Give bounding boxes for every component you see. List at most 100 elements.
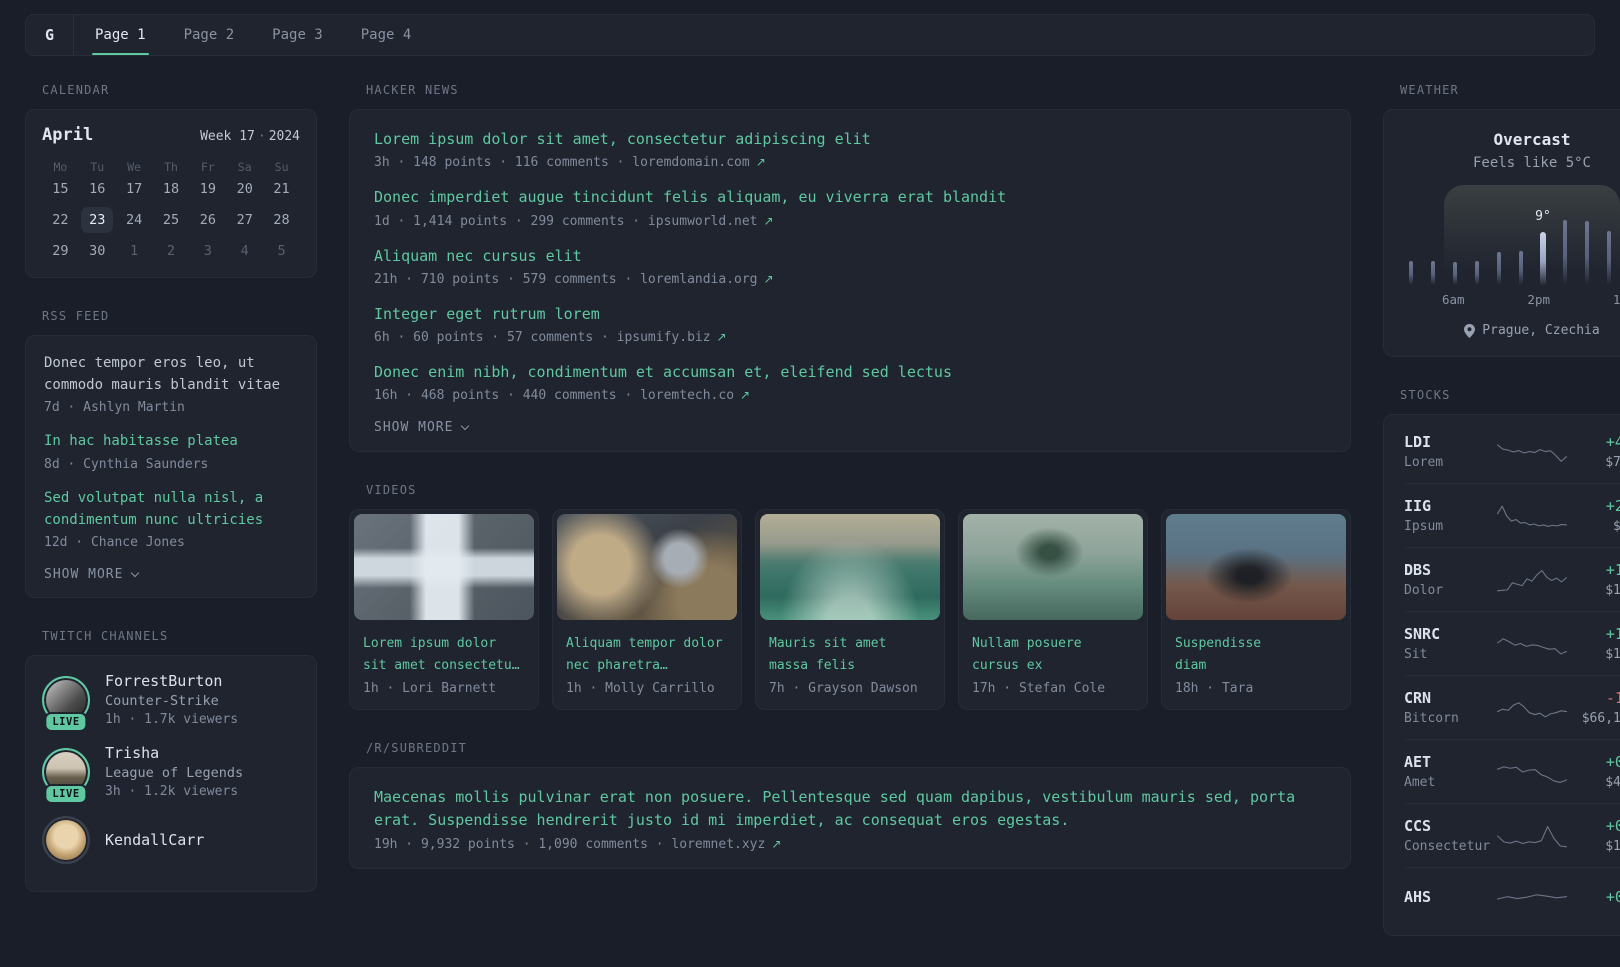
nav-page-tab[interactable]: Page 4: [348, 15, 425, 55]
rss-item[interactable]: In hac habitasse platea 8d · Cynthia Sau…: [44, 431, 298, 472]
rss-widget: RSS FEED Donec tempor eros leo, ut commo…: [25, 309, 317, 599]
video-title[interactable]: Nullam posuere cursus ex: [959, 624, 1147, 676]
middle-column: HACKER NEWS Lorem ipsum dolor sit amet, …: [349, 83, 1351, 900]
channel-avatar: [42, 816, 90, 865]
stocks-widget: STOCKS LDI Lorem +4.35% $795.18 IIG Ipsu…: [1383, 388, 1620, 936]
calendar-day: 3: [203, 243, 212, 259]
calendar-day: 20: [236, 181, 253, 197]
weather-hour-bar: [1488, 193, 1510, 285]
video-card[interactable]: Suspendisse diam 18h · Tara: [1161, 509, 1351, 711]
channel-name[interactable]: ForrestBurton: [105, 672, 238, 690]
rss-show-more-button[interactable]: SHOW MORE: [44, 567, 298, 582]
video-card[interactable]: Nullam posuere cursus ex 17h · Stefan Co…: [958, 509, 1148, 711]
rss-item[interactable]: Donec tempor eros leo, ut commodo mauris…: [44, 353, 298, 415]
hackernews-item-title[interactable]: Maecenas mollis pulvinar erat non posuer…: [374, 786, 1326, 833]
stock-row[interactable]: AHS +0.46%: [1404, 867, 1620, 930]
stock-values: +2.84% $42.04: [1568, 497, 1620, 534]
subreddit-header: /R/SUBREDDIT: [366, 741, 468, 756]
hackernews-show-more-button[interactable]: SHOW MORE: [374, 420, 1326, 435]
weather-hour-bar: [1576, 193, 1598, 285]
video-thumbnail[interactable]: [354, 514, 534, 621]
nav-page-tab[interactable]: Page 2: [171, 15, 248, 55]
channel-viewers: 1h · 1.7k viewers: [105, 712, 239, 728]
calendar-day: 2: [166, 243, 176, 259]
app-logo[interactable]: G: [26, 15, 74, 55]
external-link-icon: ↗: [763, 213, 774, 228]
hackernews-item-title[interactable]: Integer eget rutrum lorem: [374, 303, 1326, 326]
rss-item-title[interactable]: Donec tempor eros leo, ut commodo mauris…: [44, 353, 298, 396]
calendar-day: 26: [199, 212, 216, 228]
stock-name: Dolor: [1404, 583, 1444, 598]
weather-hour-bar: [1444, 193, 1466, 285]
rss-item[interactable]: Sed volutpat nulla nisl, a condimentum n…: [44, 488, 298, 550]
stock-row[interactable]: AET Amet +0.92% $499.72: [1404, 739, 1620, 803]
weather-condition: Overcast: [1493, 130, 1571, 149]
calendar-week-year: Week 17 · 2024: [200, 129, 300, 144]
stock-sparkline-chart: [1497, 825, 1567, 847]
video-title[interactable]: Aliquam tempor dolor nec pharetra…: [553, 624, 741, 676]
external-link-icon: ↗: [771, 836, 782, 851]
video-thumbnail[interactable]: [1166, 514, 1346, 621]
hackernews-item-title[interactable]: Donec imperdiet augue tincidunt felis al…: [374, 186, 1326, 209]
hackernews-item-title[interactable]: Donec enim nibh, condimentum et accumsan…: [374, 361, 1326, 384]
top-nav: G Page 1 Page 2 Page 3 Page 4: [25, 14, 1595, 56]
twitch-header: TWITCH CHANNELS: [42, 629, 169, 644]
weather-hourly-chart: 9°: [1400, 185, 1620, 285]
calendar-day: 15: [52, 181, 69, 197]
dashboard-page: G Page 1 Page 2 Page 3 Page 4 CALENDAR Apri…: [0, 14, 1620, 936]
twitch-channel-row[interactable]: KendallCarr: [42, 816, 300, 865]
calendar-day-selected: 23: [81, 207, 114, 233]
twitch-channel-row[interactable]: LIVE Trisha League of Legends 3h · 1.2k …: [42, 744, 300, 804]
channel-name[interactable]: Trisha: [105, 744, 243, 762]
video-thumbnail[interactable]: [557, 514, 737, 621]
video-card[interactable]: Aliquam tempor dolor nec pharetra… 1h · …: [552, 509, 742, 711]
subreddit-post[interactable]: Maecenas mollis pulvinar erat non posuer…: [374, 786, 1326, 852]
stock-sparkline-chart: [1497, 505, 1567, 527]
video-card[interactable]: Mauris sit amet massa felis 7h · Grayson…: [755, 509, 945, 711]
calendar-weekday-label: We: [127, 160, 142, 174]
calendar-day: 24: [125, 212, 143, 228]
video-title[interactable]: Mauris sit amet massa felis: [756, 624, 944, 676]
channel-name[interactable]: KendallCarr: [105, 831, 204, 849]
stock-price: $66,171.48: [1581, 711, 1620, 726]
stock-row[interactable]: CCS Consectetur +0.51% $165.84: [1404, 803, 1620, 867]
hackernews-item-title[interactable]: Aliquam nec cursus elit: [374, 245, 1326, 268]
hackernews-item[interactable]: Aliquam nec cursus elit 21h · 710 points…: [374, 245, 1326, 287]
channel-info: ForrestBurton Counter-Strike 1h · 1.7k v…: [105, 672, 238, 727]
twitch-channel-row[interactable]: LIVE ForrestBurton Counter-Strike 1h · 1…: [42, 672, 300, 732]
rss-item-meta: 8d · Cynthia Saunders: [44, 457, 209, 473]
stock-row[interactable]: CRN Bitcorn -1.00% $66,171.48: [1404, 675, 1620, 739]
rss-item-title[interactable]: Sed volutpat nulla nisl, a condimentum n…: [44, 488, 298, 531]
hackernews-item-meta-text: 3h · 148 points · 116 comments · loremdo…: [374, 155, 750, 171]
stock-values: +1.42% $156.28: [1568, 561, 1620, 598]
calendar-day: 25: [162, 212, 180, 228]
hackernews-item[interactable]: Donec imperdiet augue tincidunt felis al…: [374, 186, 1326, 228]
hackernews-item-meta: 6h · 60 points · 57 comments · ipsumify.…: [374, 330, 1326, 345]
weather-location-label: Prague, Czechia: [1482, 323, 1600, 338]
video-card[interactable]: Lorem ipsum dolor sit amet consectetu… 1…: [349, 509, 539, 711]
rss-item-title[interactable]: In hac habitasse platea: [44, 431, 298, 453]
hackernews-item-meta-text: 19h · 9,932 points · 1,090 comments · lo…: [374, 836, 766, 852]
stock-row[interactable]: LDI Lorem +4.35% $795.18: [1404, 420, 1620, 483]
stock-values: +0.46%: [1568, 888, 1620, 910]
hackernews-item[interactable]: Donec enim nibh, condimentum et accumsan…: [374, 361, 1326, 403]
stock-name: Consectetur: [1404, 839, 1491, 854]
hackernews-item[interactable]: Lorem ipsum dolor sit amet, consectetur …: [374, 128, 1326, 170]
video-title[interactable]: Suspendisse diam: [1162, 624, 1350, 676]
chevron-down-icon: [461, 421, 470, 430]
hackernews-item-meta-text: 21h · 710 points · 579 comments · loreml…: [374, 271, 758, 287]
video-thumbnail[interactable]: [760, 514, 940, 621]
nav-page-tab[interactable]: Page 1: [82, 15, 159, 55]
stock-row[interactable]: SNRC Sit +1.36% $148.64: [1404, 611, 1620, 675]
stock-row[interactable]: IIG Ipsum +2.84% $42.04: [1404, 483, 1620, 547]
calendar-card: April Week 17 · 2024 Mo Tu We Th Fr Sa Su 15 16 17…: [25, 109, 317, 278]
nav-page-tab[interactable]: Page 3: [259, 15, 336, 55]
stock-symbol: AET: [1404, 753, 1432, 771]
hackernews-item[interactable]: Integer eget rutrum lorem 6h · 60 points…: [374, 303, 1326, 345]
hackernews-item-title[interactable]: Lorem ipsum dolor sit amet, consectetur …: [374, 128, 1326, 151]
video-title[interactable]: Lorem ipsum dolor sit amet consectetu…: [350, 624, 538, 676]
video-thumbnail[interactable]: [963, 514, 1143, 621]
page-tabs: Page 1 Page 2 Page 3 Page 4: [82, 15, 436, 55]
stock-row[interactable]: DBS Dolor +1.42% $156.28: [1404, 547, 1620, 611]
calendar-month: April: [42, 125, 94, 145]
